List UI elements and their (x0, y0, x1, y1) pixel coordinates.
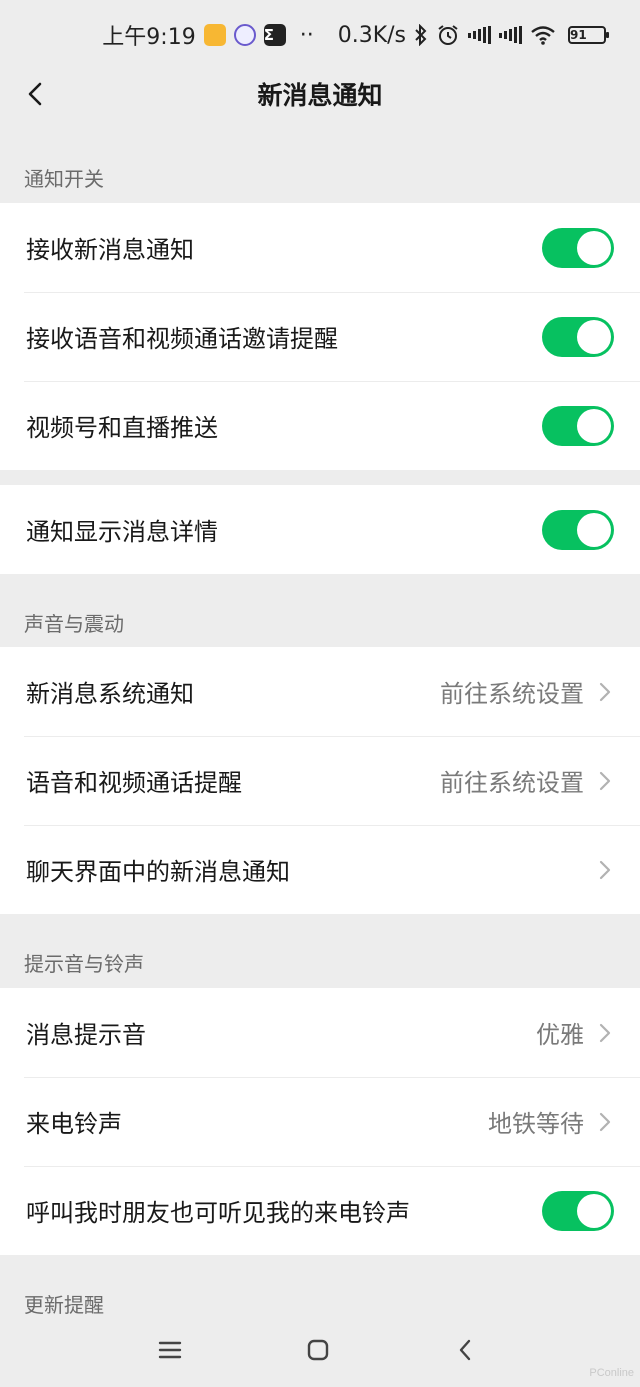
row-value: 前往系统设置 (440, 680, 584, 708)
row-receive-new-message[interactable]: 接收新消息通知 (0, 203, 640, 292)
row-incoming-ringtone[interactable]: 来电铃声 地铁等待 (0, 1077, 640, 1166)
toggle-switch[interactable] (542, 227, 614, 268)
chevron-right-icon (599, 1112, 611, 1131)
row-label: 接收语音和视频通话邀请提醒 (26, 325, 338, 353)
toggle-knob (577, 1193, 611, 1228)
status-time: 上午9:19 (102, 25, 196, 50)
group-sound-vibrate: 新消息系统通知 前往系统设置 语音和视频通话提醒 前往系统设置 聊天界面中的新消… (0, 647, 640, 914)
chevron-right-icon (599, 1023, 611, 1042)
row-label: 消息提示音 (26, 1021, 146, 1049)
menu-icon[interactable] (152, 1332, 188, 1368)
network-speed: 0.3K/s (337, 22, 406, 48)
chevron-right-icon (599, 860, 611, 879)
hd-signal-icon-2 (499, 26, 522, 44)
row-label: 接收新消息通知 (26, 236, 194, 264)
page-title: 新消息通知 (257, 81, 383, 110)
toggle-switch[interactable] (542, 316, 614, 357)
row-call-invite-reminder[interactable]: 接收语音和视频通话邀请提醒 (0, 292, 640, 381)
row-label: 聊天界面中的新消息通知 (26, 858, 290, 886)
row-label: 来电铃声 (26, 1110, 122, 1138)
row-label: 语音和视频通话提醒 (26, 769, 242, 797)
section-label-update: 更新提醒 (24, 1293, 104, 1317)
system-nav-bar: PConline (0, 1316, 640, 1387)
chevron-right-icon (599, 771, 611, 790)
wifi-icon (530, 25, 556, 45)
row-system-notification[interactable]: 新消息系统通知 前往系统设置 (0, 647, 640, 736)
section-label-sound-vibrate: 声音与震动 (24, 612, 124, 636)
hd-signal-icon (468, 26, 491, 44)
row-friends-hear-ringtone[interactable]: 呼叫我时朋友也可听见我的来电铃声 (0, 1166, 640, 1255)
status-bar: 上午9:19 Σ ·· 0.3K/s 91 (0, 0, 640, 70)
group-detail: 通知显示消息详情 (0, 485, 640, 574)
back-icon[interactable] (448, 1332, 484, 1368)
toggle-knob (577, 512, 611, 547)
row-call-reminder[interactable]: 语音和视频通话提醒 前往系统设置 (0, 736, 640, 825)
row-label: 新消息系统通知 (26, 680, 194, 708)
app-icon-purple (233, 24, 256, 46)
status-dots: ·· (299, 22, 314, 48)
section-label-ringtone: 提示音与铃声 (24, 952, 144, 976)
watermark: PConline (589, 1367, 634, 1379)
row-channels-live-push[interactable]: 视频号和直播推送 (0, 381, 640, 470)
chevron-left-icon[interactable] (20, 76, 56, 112)
row-message-tone[interactable]: 消息提示音 优雅 (0, 988, 640, 1077)
toggle-switch[interactable] (542, 509, 614, 550)
sigma-icon: Σ (263, 24, 286, 46)
bluetooth-icon (414, 24, 428, 46)
app-icon-orange (203, 24, 226, 46)
row-label: 视频号和直播推送 (26, 414, 218, 442)
home-icon[interactable] (300, 1332, 336, 1368)
section-label-notify-switch: 通知开关 (24, 167, 104, 191)
toggle-switch[interactable] (542, 405, 614, 446)
nav-bar: 新消息通知 (0, 62, 640, 126)
toggle-knob (577, 319, 611, 354)
battery-icon: 91 (568, 26, 609, 44)
row-value: 前往系统设置 (440, 769, 584, 797)
chevron-right-icon (599, 682, 611, 701)
row-chat-new-message-notify[interactable]: 聊天界面中的新消息通知 (0, 825, 640, 914)
alarm-icon (436, 24, 460, 46)
toggle-knob (577, 408, 611, 443)
group-ringtone: 消息提示音 优雅 来电铃声 地铁等待 呼叫我时朋友也可听见我的来电铃声 (0, 988, 640, 1255)
group-notify-switch: 接收新消息通知 接收语音和视频通话邀请提醒 视频号和直播推送 (0, 203, 640, 470)
toggle-switch[interactable] (542, 1190, 614, 1231)
row-label: 通知显示消息详情 (26, 518, 218, 546)
row-show-message-detail[interactable]: 通知显示消息详情 (0, 485, 640, 574)
row-value: 地铁等待 (488, 1110, 584, 1138)
row-label: 呼叫我时朋友也可听见我的来电铃声 (26, 1199, 410, 1227)
toggle-knob (577, 230, 611, 265)
row-value: 优雅 (536, 1021, 584, 1049)
